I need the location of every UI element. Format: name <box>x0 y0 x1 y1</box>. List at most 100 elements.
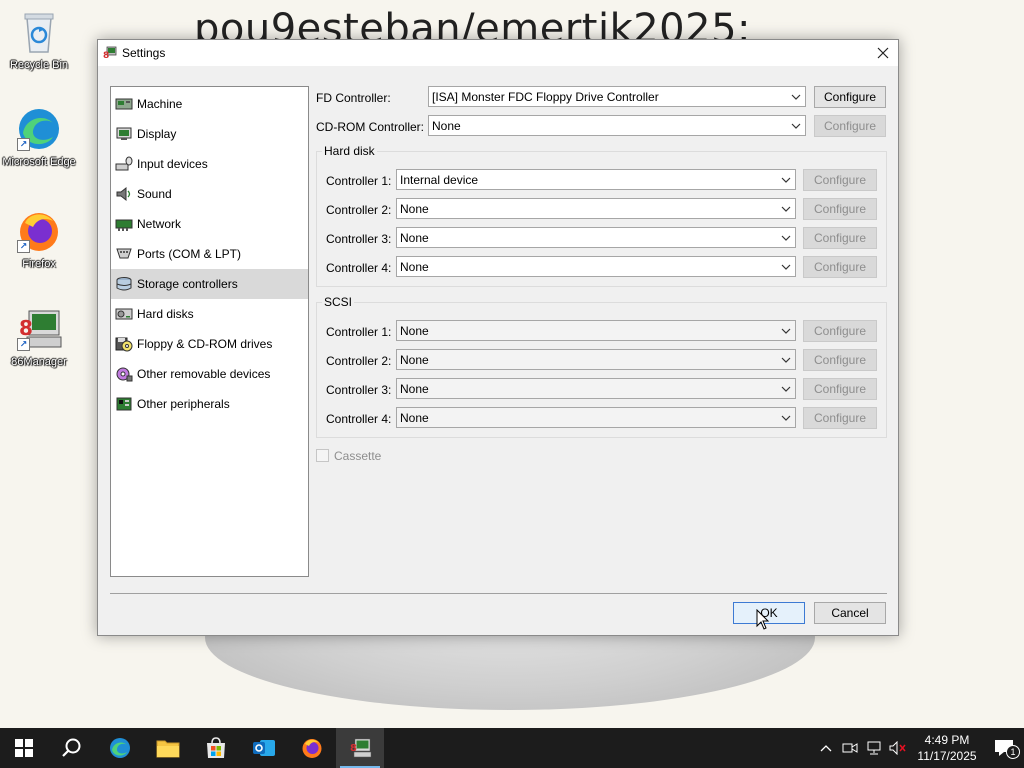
network-status-icon <box>867 741 881 755</box>
scsi-controller-1-select[interactable]: None <box>396 320 796 341</box>
taskbar-firefox-button[interactable] <box>288 728 336 768</box>
tray-meet-button[interactable] <box>838 728 862 768</box>
chevron-down-icon <box>777 321 795 340</box>
taskbar-outlook-button[interactable] <box>240 728 288 768</box>
desktop-icon-label: Firefox <box>22 258 56 270</box>
sidebar-item-input-devices[interactable]: Input devices <box>111 149 308 179</box>
tray-volume-button[interactable] <box>886 728 910 768</box>
scsi-group-title: SCSI <box>322 295 355 309</box>
sidebar-item-ports[interactable]: Ports (COM & LPT) <box>111 239 308 269</box>
scsi-controller-2-value: None <box>400 352 429 367</box>
edge-icon <box>110 738 130 758</box>
hd-controller-3-configure-button[interactable]: Configure <box>803 227 877 249</box>
input-devices-icon <box>115 156 133 171</box>
cdrom-controller-select[interactable]: None <box>428 115 806 136</box>
sidebar-item-hard-disks[interactable]: Hard disks <box>111 299 308 329</box>
sidebar-item-label: Other removable devices <box>137 367 271 381</box>
sidebar-item-storage-controllers[interactable]: Storage controllers <box>111 269 308 299</box>
taskbar-store-button[interactable] <box>192 728 240 768</box>
settings-window: 8 Settings Machine Display Input devices… <box>97 39 899 636</box>
scsi-controller-2-configure-button[interactable]: Configure <box>803 349 877 371</box>
hd-controller-2-select[interactable]: None <box>396 198 796 219</box>
sound-icon <box>116 186 131 202</box>
scsi-controller-1-configure-button[interactable]: Configure <box>803 320 877 342</box>
sidebar-item-other-peripherals[interactable]: Other peripherals <box>111 389 308 419</box>
window-title: Settings <box>122 46 166 60</box>
sidebar-item-machine[interactable]: Machine <box>111 89 308 119</box>
start-button[interactable] <box>0 728 48 768</box>
hd-controller-1-configure-button[interactable]: Configure <box>803 169 877 191</box>
desktop-icon-86manager[interactable]: 8 ↗ 86Manager <box>1 305 77 369</box>
store-icon <box>207 737 225 758</box>
hd-controller-1-select[interactable]: Internal device <box>396 169 796 190</box>
sidebar-item-network[interactable]: Network <box>111 209 308 239</box>
taskbar-clock[interactable]: 4:49 PM 11/17/2025 <box>914 732 980 764</box>
clock-time: 4:49 PM <box>924 733 970 747</box>
close-button[interactable] <box>868 40 898 66</box>
sidebar-item-label: Network <box>137 217 182 231</box>
sidebar-item-label: Sound <box>137 187 172 201</box>
scsi-controller-2-select[interactable]: None <box>396 349 796 370</box>
machine-icon <box>115 98 133 110</box>
chevron-down-icon <box>787 87 805 106</box>
title-bar[interactable]: 8 Settings <box>98 40 898 66</box>
scsi-controller-4-label: Controller 4: <box>326 412 392 426</box>
network-icon <box>115 219 133 231</box>
desktop-icon-recycle-bin[interactable]: Recycle Bin <box>1 8 77 72</box>
edge-icon: ↗ <box>15 105 63 153</box>
windows-logo-icon <box>15 739 33 757</box>
fd-controller-select[interactable]: [ISA] Monster FDC Floppy Drive Controlle… <box>428 86 806 107</box>
sidebar-item-sound[interactable]: Sound <box>111 179 308 209</box>
hard-disk-group-title: Hard disk <box>322 144 377 158</box>
hd-controller-4-configure-button[interactable]: Configure <box>803 256 877 278</box>
sidebar-item-label: Input devices <box>137 157 208 171</box>
storage-controllers-icon <box>116 277 132 291</box>
hd-controller-4-value: None <box>400 259 429 274</box>
fd-controller-label: FD Controller: <box>316 91 391 105</box>
desktop-icon-firefox[interactable]: ↗ Firefox <box>1 207 77 271</box>
hd-controller-3-select[interactable]: None <box>396 227 796 248</box>
scsi-controller-4-value: None <box>400 410 429 425</box>
fd-configure-button[interactable]: Configure <box>814 86 886 108</box>
desktop-icon-label: Recycle Bin <box>9 59 69 71</box>
scsi-controller-2-label: Controller 2: <box>326 354 392 368</box>
sidebar-item-removable-devices[interactable]: Other removable devices <box>111 359 308 389</box>
floppy-cdrom-icon <box>115 337 133 352</box>
desktop-icon-microsoft-edge[interactable]: ↗ Microsoft Edge <box>1 105 77 169</box>
scsi-controller-4-configure-button[interactable]: Configure <box>803 407 877 429</box>
taskbar-edge-button[interactable] <box>96 728 144 768</box>
taskbar-86box-button[interactable]: 8 <box>336 728 384 768</box>
scsi-controller-4-select[interactable]: None <box>396 407 796 428</box>
tray-network-button[interactable] <box>862 728 886 768</box>
chevron-down-icon <box>787 116 805 135</box>
chevron-down-icon <box>777 170 795 189</box>
scsi-controller-1-label: Controller 1: <box>326 325 392 339</box>
sidebar-item-floppy-cdrom[interactable]: Floppy & CD-ROM drives <box>111 329 308 359</box>
sidebar-item-label: Other peripherals <box>137 397 230 411</box>
search-icon <box>62 738 81 757</box>
notification-center-button[interactable]: 1 <box>984 728 1024 768</box>
notification-count-badge: 1 <box>1006 745 1020 759</box>
show-hidden-icons-button[interactable] <box>814 728 838 768</box>
chevron-down-icon <box>777 350 795 369</box>
cdrom-configure-button[interactable]: Configure <box>814 115 886 137</box>
shortcut-arrow-icon: ↗ <box>17 338 30 351</box>
outlook-icon <box>253 740 275 756</box>
search-button[interactable] <box>48 728 96 768</box>
cancel-button[interactable]: Cancel <box>814 602 886 624</box>
hd-controller-4-select[interactable]: None <box>396 256 796 277</box>
clock-date: 11/17/2025 <box>917 749 977 763</box>
hd-controller-2-configure-button[interactable]: Configure <box>803 198 877 220</box>
scsi-controller-3-select[interactable]: None <box>396 378 796 399</box>
close-icon <box>877 47 889 59</box>
sidebar-item-display[interactable]: Display <box>111 119 308 149</box>
cassette-checkbox[interactable] <box>316 449 329 462</box>
scsi-controller-3-configure-button[interactable]: Configure <box>803 378 877 400</box>
removable-devices-icon <box>116 367 133 382</box>
chevron-down-icon <box>777 228 795 247</box>
cassette-label: Cassette <box>334 449 382 463</box>
settings-category-list[interactable]: Machine Display Input devices Sound Netw… <box>110 86 309 577</box>
mouse-cursor-icon <box>756 609 770 630</box>
chevron-down-icon <box>777 379 795 398</box>
taskbar-file-explorer-button[interactable] <box>144 728 192 768</box>
